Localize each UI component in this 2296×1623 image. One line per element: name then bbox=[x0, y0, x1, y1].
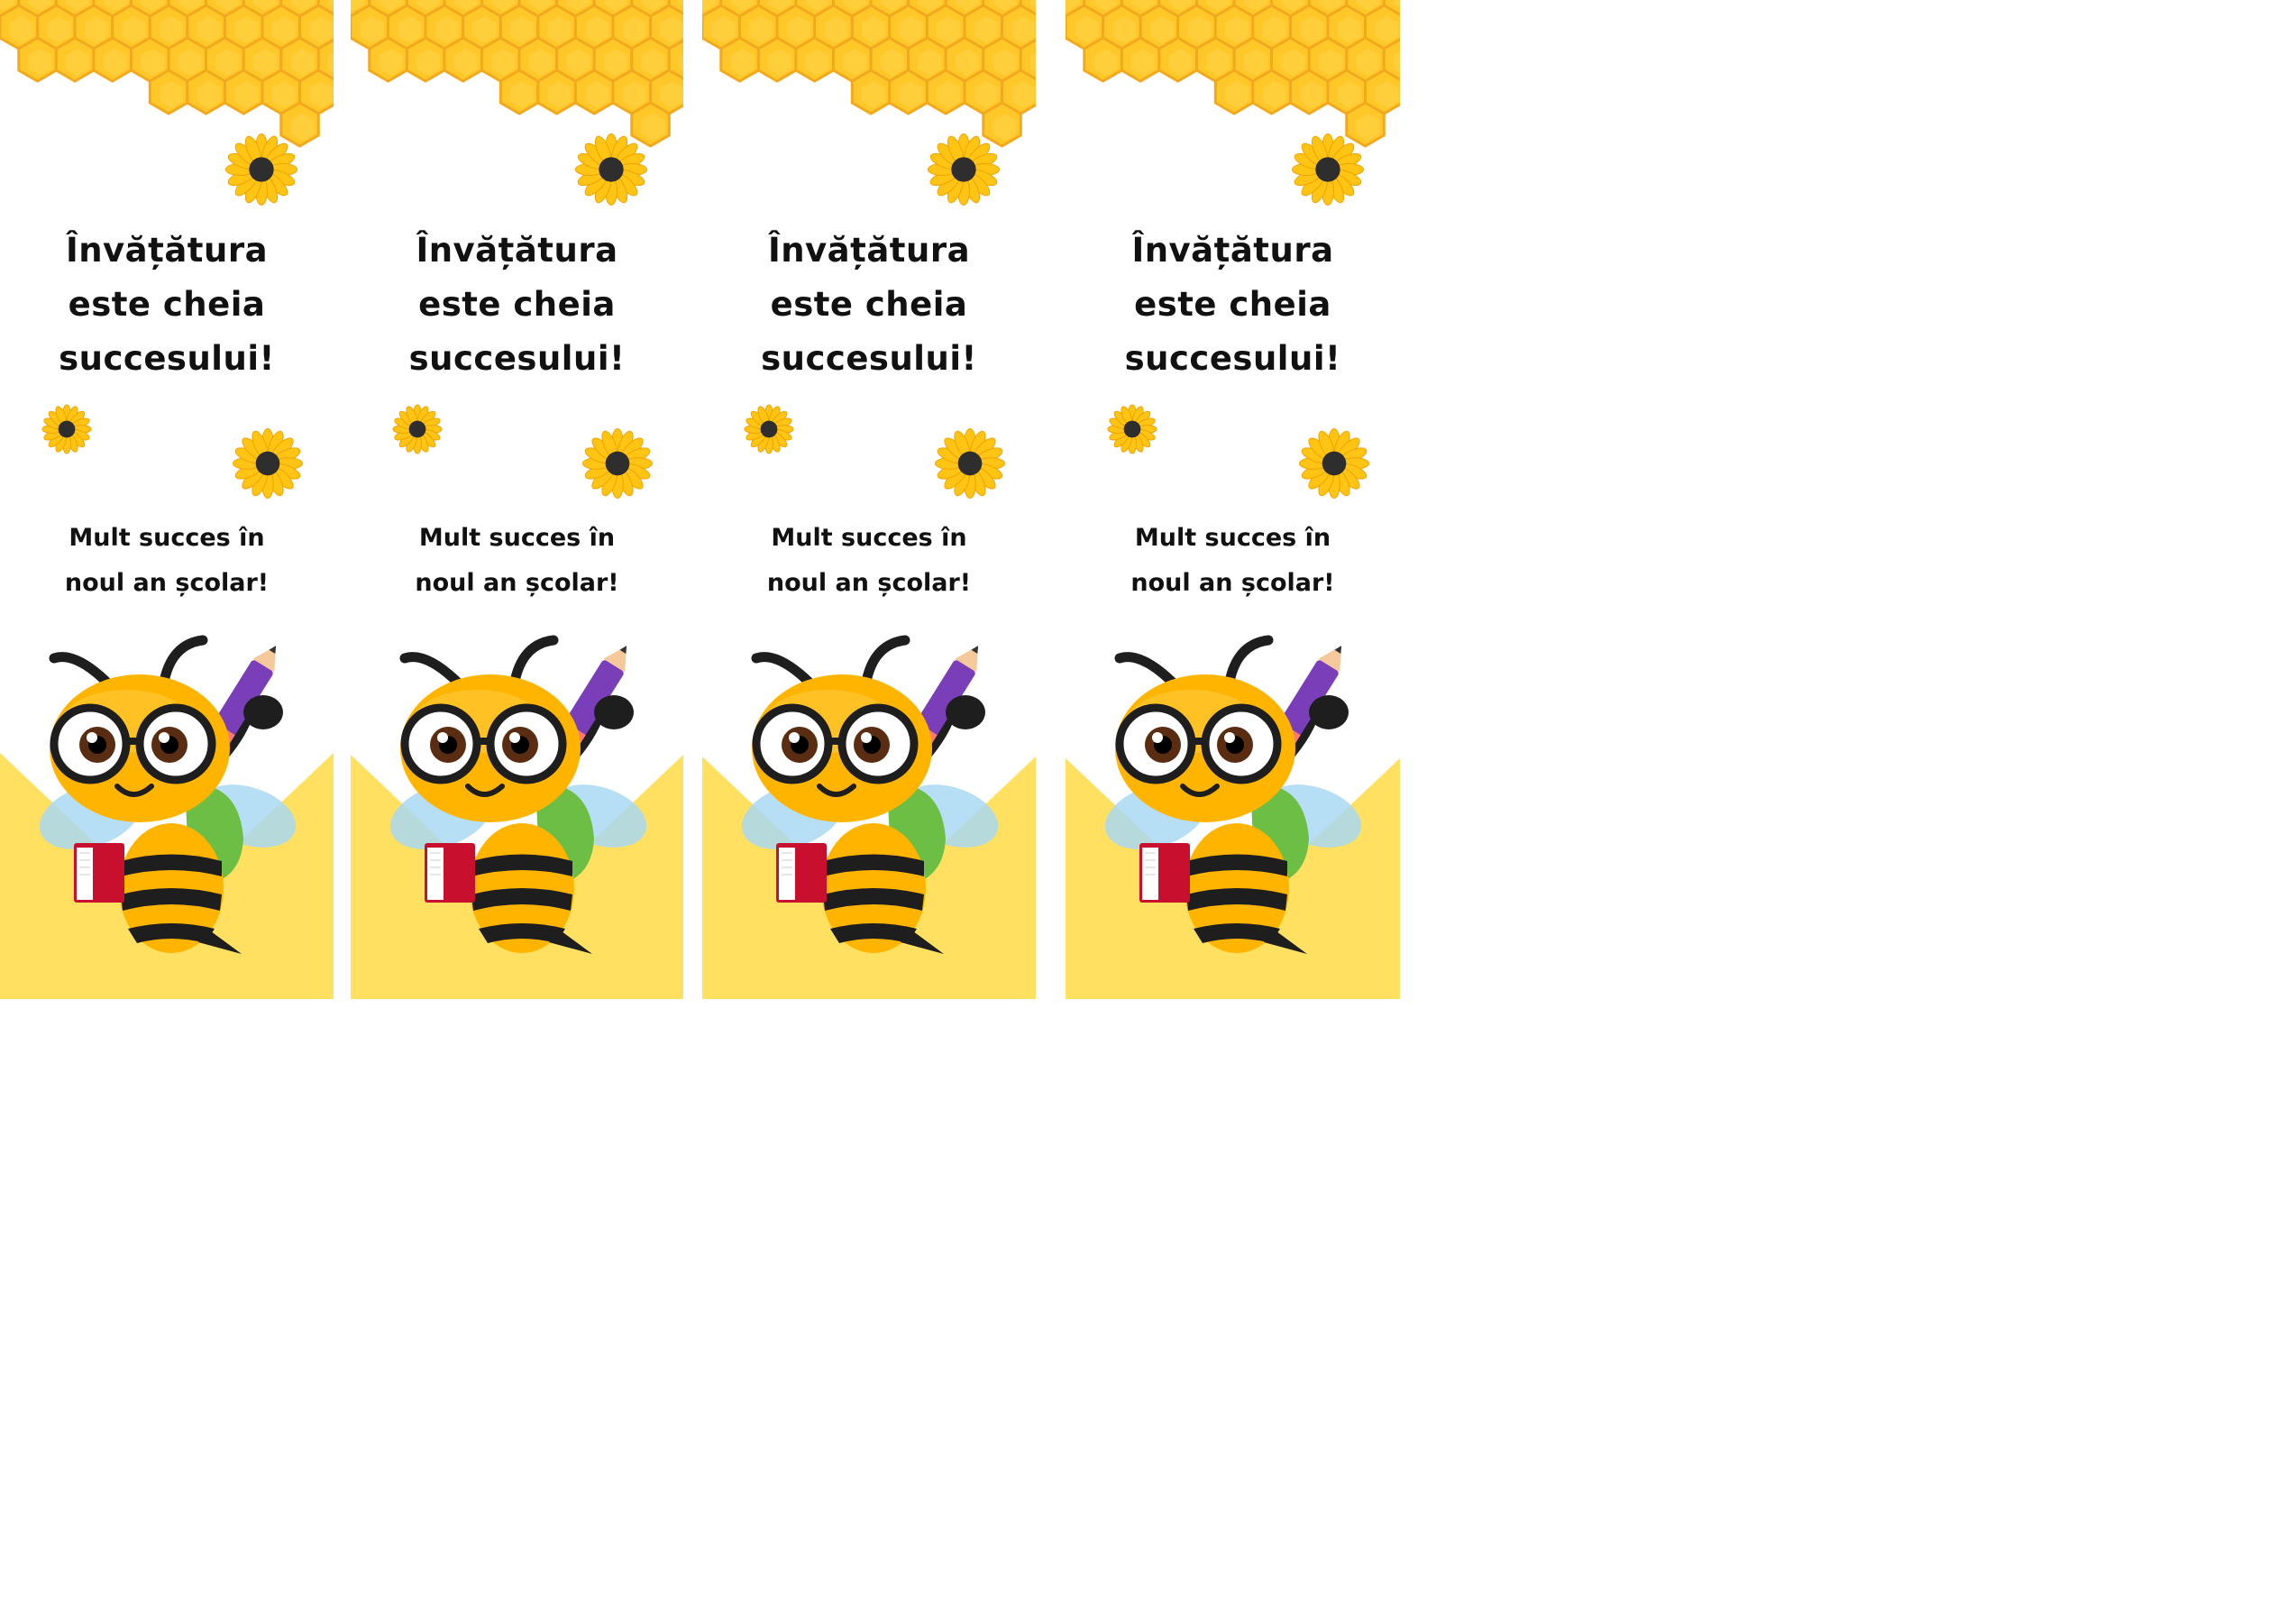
bee-student-illustration bbox=[1104, 635, 1362, 954]
sunflower-icon bbox=[392, 404, 443, 454]
quote-line-1: Învățătura bbox=[65, 231, 269, 270]
bookmark-quote: Învățătura este cheia succesului! bbox=[1066, 224, 1400, 386]
honeycomb-pattern bbox=[0, 0, 334, 148]
sunflower-icon bbox=[744, 404, 794, 454]
wish-line-2: noul an școlar! bbox=[1130, 569, 1335, 597]
bookmark-wish: Mult succes în noul an școlar! bbox=[351, 516, 683, 606]
quote-line-3: succesului! bbox=[408, 339, 626, 378]
bookmark-wish: Mult succes în noul an școlar! bbox=[1066, 516, 1400, 606]
sunflower-icon bbox=[1107, 404, 1157, 454]
quote-line-1: Învățătura bbox=[767, 231, 971, 270]
quote-line-2: este cheia bbox=[1134, 285, 1331, 324]
honeycomb-pattern bbox=[351, 0, 683, 148]
sunflower-icon bbox=[935, 428, 1005, 499]
quote-line-3: succesului! bbox=[1124, 339, 1341, 378]
sunflower-icon bbox=[1299, 428, 1369, 499]
wish-line-1: Mult succes în bbox=[69, 524, 265, 552]
wish-line-1: Mult succes în bbox=[771, 524, 967, 552]
quote-line-3: succesului! bbox=[761, 339, 977, 378]
quote-line-1: Învățătura bbox=[1131, 231, 1334, 270]
bookmark-quote: Învățătura este cheia succesului! bbox=[351, 224, 683, 386]
bookmark-3: Învățătura este cheia succesului! Mult s… bbox=[702, 0, 1036, 999]
sunflower-icon bbox=[1291, 133, 1365, 206]
quote-line-3: succesului! bbox=[59, 339, 275, 378]
honeycomb-pattern bbox=[702, 0, 1036, 148]
sunflower-icon bbox=[927, 133, 1001, 206]
sunflower-icon bbox=[41, 404, 92, 454]
wish-line-2: noul an școlar! bbox=[766, 569, 972, 597]
bookmark-quote: Învățătura este cheia succesului! bbox=[702, 224, 1036, 386]
sunflower-icon bbox=[233, 428, 303, 499]
bookmark-2: Învățătura este cheia succesului! Mult s… bbox=[351, 0, 683, 999]
wish-line-1: Mult succes în bbox=[1134, 524, 1331, 552]
quote-line-2: este cheia bbox=[418, 285, 616, 324]
wish-line-2: noul an școlar! bbox=[64, 569, 270, 597]
bee-student-illustration bbox=[39, 635, 297, 954]
quote-line-2: este cheia bbox=[68, 285, 266, 324]
quote-line-2: este cheia bbox=[770, 285, 968, 324]
wish-line-1: Mult succes în bbox=[418, 524, 616, 552]
bee-student-illustration bbox=[389, 635, 647, 954]
sunflower-icon bbox=[574, 133, 648, 206]
sunflower-icon bbox=[582, 428, 653, 499]
wish-line-2: noul an școlar! bbox=[415, 569, 619, 597]
bookmark-wish: Mult succes în noul an școlar! bbox=[0, 516, 334, 606]
bee-student-illustration bbox=[741, 635, 999, 954]
sunflower-icon bbox=[224, 133, 298, 206]
honeycomb-pattern bbox=[1066, 0, 1400, 148]
bookmark-4: Învățătura este cheia succesului! Mult s… bbox=[1066, 0, 1400, 999]
quote-line-1: Învățătura bbox=[416, 231, 618, 270]
bookmark-quote: Învățătura este cheia succesului! bbox=[0, 224, 334, 386]
bookmark-wish: Mult succes în noul an școlar! bbox=[702, 516, 1036, 606]
bookmark-1: Învățătura este cheia succesului! Mult s… bbox=[0, 0, 334, 999]
